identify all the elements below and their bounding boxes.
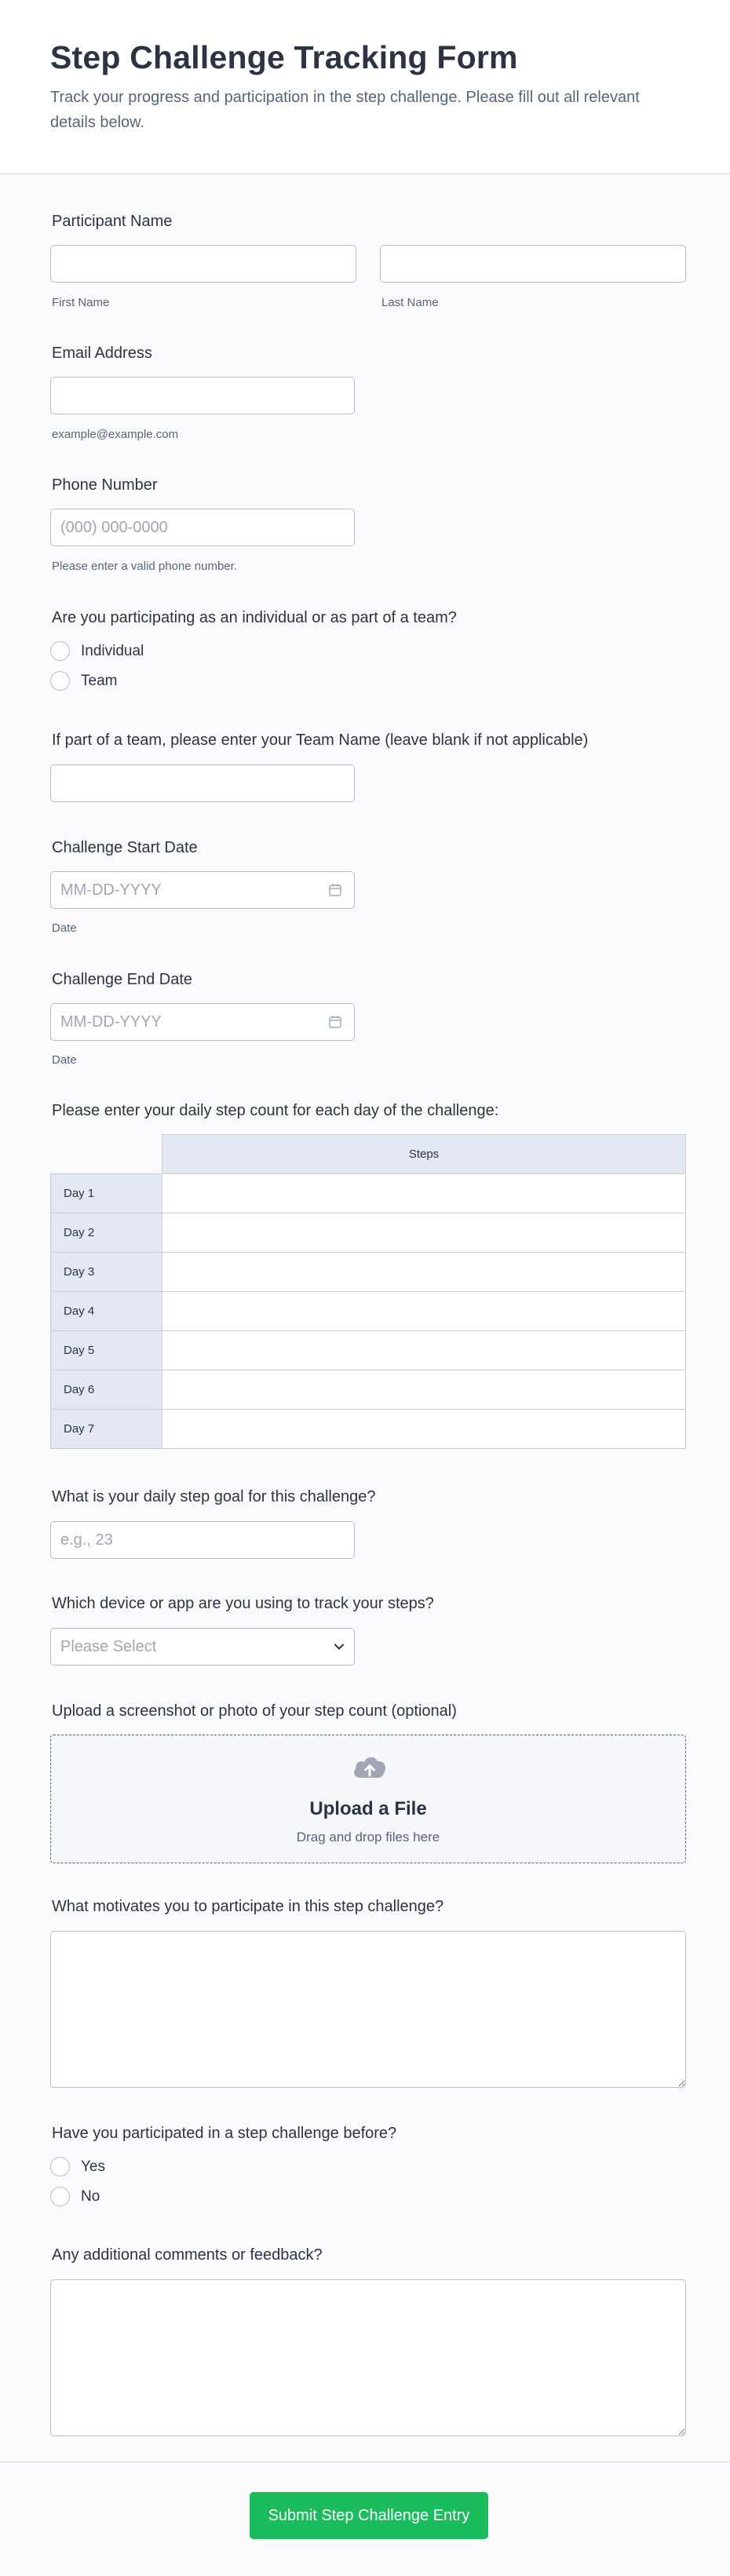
- steps-cell[interactable]: [162, 1291, 686, 1331]
- chevron-down-icon: [334, 1644, 344, 1650]
- end-date-input[interactable]: [50, 1003, 355, 1041]
- radio-yes[interactable]: Yes: [50, 2157, 105, 2176]
- row-header: Day 3: [50, 1252, 162, 1292]
- table-row: Day 7: [50, 1409, 686, 1449]
- radio-circle[interactable]: [50, 641, 70, 661]
- team-name-input[interactable]: [50, 764, 355, 802]
- row-header: Day 5: [50, 1330, 162, 1370]
- radio-circle[interactable]: [50, 671, 70, 691]
- first-name-sublabel: First Name: [52, 296, 110, 309]
- steps-column-header: Steps: [162, 1134, 686, 1174]
- device-select[interactable]: Please Select: [50, 1628, 355, 1666]
- radio-no[interactable]: No: [50, 2187, 100, 2206]
- last-name-input[interactable]: [380, 245, 686, 283]
- form-subtitle: Track your progress and participation in…: [50, 89, 640, 131]
- device-label: Which device or app are you using to tra…: [52, 1595, 434, 1612]
- radio-circle[interactable]: [50, 2157, 70, 2176]
- email-label: Email Address: [52, 345, 152, 362]
- radio-team[interactable]: Team: [50, 671, 117, 691]
- radio-yes-label: Yes: [81, 2158, 105, 2175]
- row-header: Day 7: [50, 1409, 162, 1449]
- steps-cell[interactable]: [162, 1409, 686, 1449]
- team-name-label: If part of a team, please enter your Tea…: [52, 732, 589, 749]
- steps-cell[interactable]: [162, 1213, 686, 1253]
- table-row: Day 4: [50, 1291, 686, 1331]
- participation-label: Are you participating as an individual o…: [52, 609, 457, 626]
- row-header: Day 1: [50, 1173, 162, 1213]
- steps-cell[interactable]: [162, 1252, 686, 1292]
- steps-input[interactable]: [162, 1331, 685, 1370]
- upload-title: Upload a File: [309, 1798, 427, 1819]
- steps-input[interactable]: [162, 1410, 685, 1448]
- steps-input[interactable]: [162, 1253, 685, 1291]
- start-date-input[interactable]: [50, 871, 355, 909]
- radio-individual[interactable]: Individual: [50, 641, 144, 661]
- file-upload-dropzone[interactable]: Upload a File Drag and drop files here: [50, 1735, 686, 1863]
- daily-steps-label: Please enter your daily step count for e…: [52, 1102, 499, 1119]
- device-select-value: Please Select: [60, 1638, 157, 1655]
- motivation-textarea[interactable]: [50, 1931, 686, 2088]
- comments-textarea[interactable]: [50, 2279, 686, 2436]
- step-goal-input[interactable]: [50, 1521, 355, 1559]
- table-corner: [50, 1134, 162, 1174]
- participant-name-label: Participant Name: [52, 213, 173, 230]
- calendar-icon[interactable]: [328, 883, 342, 897]
- last-name-sublabel: Last Name: [381, 296, 439, 309]
- steps-input[interactable]: [162, 1370, 685, 1409]
- radio-team-label: Team: [81, 672, 118, 689]
- calendar-icon[interactable]: [328, 1015, 342, 1029]
- start-date-sublabel: Date: [52, 921, 77, 935]
- phone-input[interactable]: [50, 509, 355, 546]
- steps-input[interactable]: [162, 1213, 685, 1252]
- radio-circle[interactable]: [50, 2187, 70, 2206]
- radio-no-label: No: [81, 2187, 100, 2205]
- steps-cell[interactable]: [162, 1370, 686, 1410]
- steps-cell[interactable]: [162, 1173, 686, 1213]
- steps-input[interactable]: [162, 1174, 685, 1213]
- step-goal-label: What is your daily step goal for this ch…: [52, 1488, 376, 1505]
- end-date-sublabel: Date: [52, 1053, 77, 1067]
- upload-subtitle: Drag and drop files here: [296, 1830, 440, 1844]
- form-footer: Submit Step Challenge Entry: [0, 2461, 730, 2576]
- form-header: Step Challenge Tracking Form Track your …: [0, 0, 730, 174]
- steps-cell[interactable]: [162, 1330, 686, 1370]
- phone-sublabel: Please enter a valid phone number.: [52, 560, 237, 573]
- start-date-label: Challenge Start Date: [52, 839, 198, 856]
- form-title: Step Challenge Tracking Form: [50, 39, 518, 75]
- table-row: Day 2: [50, 1213, 686, 1253]
- daily-steps-table: Steps Day 1 Day 2 Day 3 Day 4 Day 5 Day …: [50, 1134, 686, 1449]
- table-row: Day 3: [50, 1252, 686, 1292]
- email-sublabel: example@example.com: [52, 428, 179, 441]
- radio-individual-label: Individual: [81, 642, 144, 659]
- comments-label: Any additional comments or feedback?: [52, 2246, 323, 2264]
- row-header: Day 2: [50, 1213, 162, 1253]
- first-name-input[interactable]: [50, 245, 356, 283]
- phone-label: Phone Number: [52, 476, 158, 494]
- end-date-label: Challenge End Date: [52, 971, 193, 988]
- motivation-label: What motivates you to participate in thi…: [52, 1898, 444, 1915]
- upload-label: Upload a screenshot or photo of your ste…: [52, 1702, 457, 1720]
- table-row: Day 6: [50, 1370, 686, 1410]
- table-row: Day 5: [50, 1330, 686, 1370]
- email-input[interactable]: [50, 377, 355, 414]
- cloud-upload-icon: [354, 1757, 386, 1778]
- row-header: Day 6: [50, 1370, 162, 1410]
- submit-button[interactable]: Submit Step Challenge Entry: [250, 2492, 488, 2539]
- steps-input[interactable]: [162, 1292, 685, 1330]
- previous-label: Have you participated in a step challeng…: [52, 2125, 397, 2142]
- table-row: Day 1: [50, 1173, 686, 1213]
- row-header: Day 4: [50, 1291, 162, 1331]
